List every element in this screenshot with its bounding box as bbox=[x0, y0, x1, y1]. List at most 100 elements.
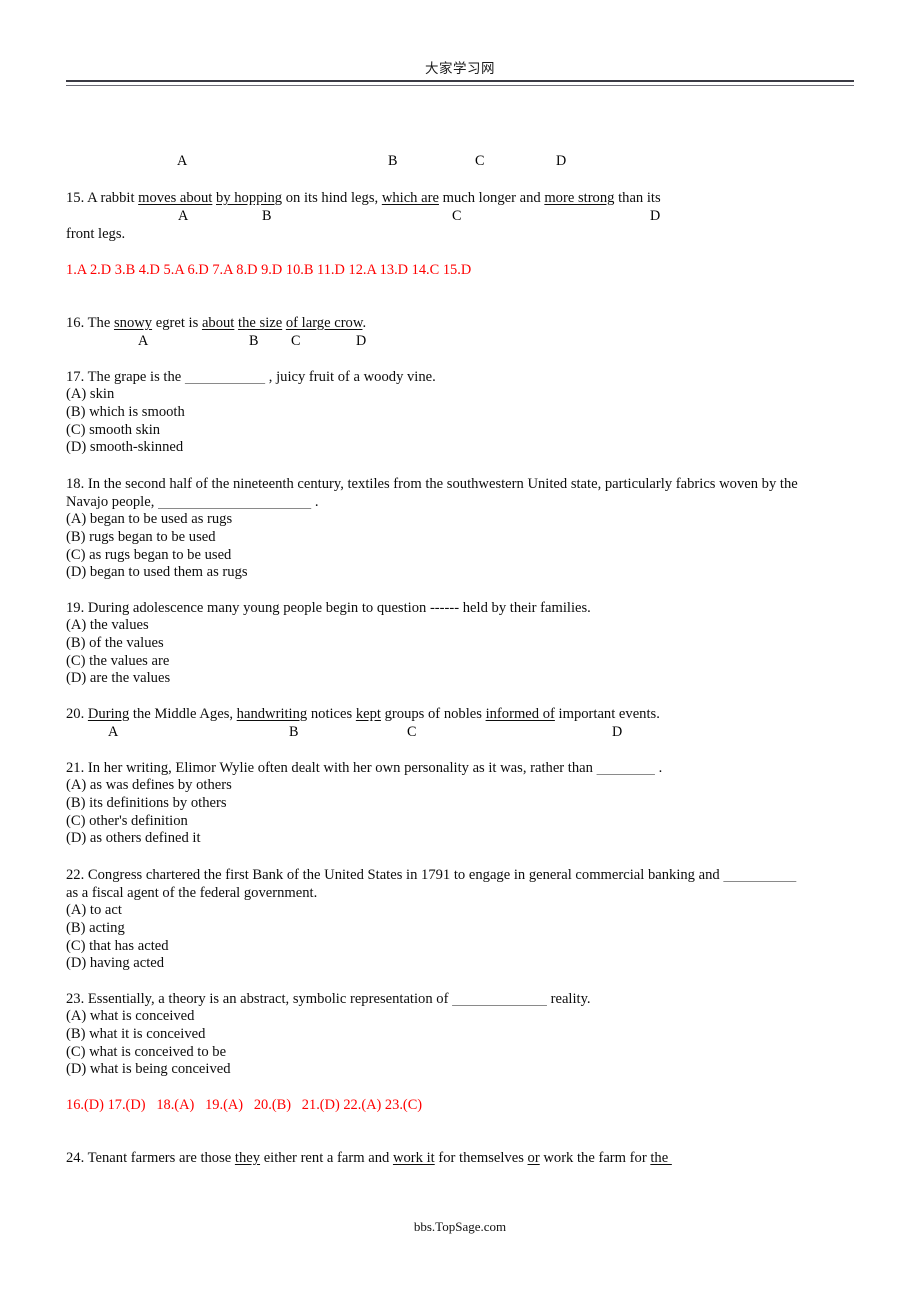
q17-option-c[interactable]: (C) smooth skin bbox=[66, 422, 854, 440]
q20-underline-b: handwriting bbox=[236, 706, 308, 722]
marker-a: A bbox=[108, 724, 119, 740]
page-header: 大家学习网 bbox=[66, 60, 854, 86]
q17-option-b[interactable]: (B) which is smooth bbox=[66, 404, 854, 422]
q23-text-pre: 23. Essentially, a theory is an abstract… bbox=[66, 991, 453, 1007]
q17-text-pre: 17. The grape is the bbox=[66, 369, 185, 385]
question-19-stem: 19. During adolescence many young people… bbox=[66, 600, 591, 616]
q23-option-c[interactable]: (C) what is conceived to be bbox=[66, 1044, 854, 1062]
q23-blank[interactable]: _____________ bbox=[452, 991, 547, 1007]
q22-option-a[interactable]: (A) to act bbox=[66, 902, 854, 920]
q21-option-d[interactable]: (D) as others defined it bbox=[66, 830, 854, 848]
q18-blank[interactable]: _____________________ bbox=[158, 494, 311, 510]
marker-d: D bbox=[356, 333, 367, 349]
question-24: 24. Tenant farmers are those they either… bbox=[66, 1149, 854, 1167]
question-18: 18. In the second half of the nineteenth… bbox=[66, 475, 854, 582]
q15-mid-3: much longer and bbox=[438, 190, 545, 206]
q17-blank[interactable]: ___________ bbox=[185, 369, 265, 385]
marker-d: D bbox=[650, 208, 661, 224]
q21-text-post: . bbox=[654, 760, 663, 776]
q21-option-a[interactable]: (A) as was defines by others bbox=[66, 777, 854, 795]
q24-text-pre: 24. Tenant farmers are those bbox=[66, 1150, 235, 1166]
q22-option-d[interactable]: (D) having acted bbox=[66, 955, 854, 973]
question-18-stem-line1: 18. In the second half of the nineteenth… bbox=[66, 476, 798, 492]
q15-text-post: than its bbox=[614, 190, 661, 206]
document-content: A B C D 15. A rabbit moves about by hopp… bbox=[66, 0, 854, 1166]
q20-mid-3: groups of nobles bbox=[380, 706, 486, 722]
question-23: 23. Essentially, a theory is an abstract… bbox=[66, 990, 854, 1079]
question-22-stem-line1: 22. Congress chartered the first Bank of… bbox=[66, 866, 854, 884]
q20-underline-a: During bbox=[87, 706, 130, 722]
question-20: 20. During the Middle Ages, handwriting … bbox=[66, 705, 854, 741]
question-15-continuation: front legs. bbox=[66, 226, 126, 242]
q19-option-d[interactable]: (D) are the values bbox=[66, 670, 854, 688]
q15-underline-a: moves about bbox=[138, 190, 213, 206]
question-18-stem-line2: Navajo people, _____________________ . bbox=[66, 493, 854, 511]
q19-option-a[interactable]: (A) the values bbox=[66, 617, 854, 635]
q15-underline-b: by hopping bbox=[216, 190, 283, 206]
q16-underline-b: about bbox=[201, 315, 235, 331]
marker-row-question-15: A B C D bbox=[66, 207, 854, 225]
q16-text-pre: 16. The bbox=[66, 315, 114, 331]
q15-underline-c: which are bbox=[381, 190, 439, 206]
marker-b: B bbox=[262, 208, 272, 224]
marker-a: A bbox=[178, 208, 189, 224]
q24-underline-b: work it bbox=[392, 1150, 435, 1166]
q17-option-d[interactable]: (D) smooth-skinned bbox=[66, 439, 854, 457]
q16-mid-1: egret is bbox=[152, 315, 202, 331]
question-15: 15. A rabbit moves about by hopping on i… bbox=[66, 189, 854, 243]
q22-text-pre: 22. Congress chartered the first Bank of… bbox=[66, 867, 724, 883]
q21-blank[interactable]: ________ bbox=[597, 760, 655, 776]
marker-b: B bbox=[388, 153, 398, 169]
question-24-stem: 24. Tenant farmers are those they either… bbox=[66, 1149, 854, 1167]
question-15-stem: 15. A rabbit moves about by hopping on i… bbox=[66, 189, 854, 207]
q24-underline-d: the bbox=[650, 1150, 672, 1166]
q17-option-a[interactable]: (A) skin bbox=[66, 386, 854, 404]
q18-option-d[interactable]: (D) began to used them as rugs bbox=[66, 564, 854, 582]
question-16-stem: 16. The snowy egret is about the size of… bbox=[66, 314, 854, 332]
q24-mid-1: either rent a farm and bbox=[260, 1150, 393, 1166]
question-21-stem: 21. In her writing, Elimor Wylie often d… bbox=[66, 759, 854, 777]
q18-option-a[interactable]: (A) began to be used as rugs bbox=[66, 511, 854, 529]
q20-mid-1: the Middle Ages, bbox=[129, 706, 237, 722]
marker-row-question-14: A B C D bbox=[66, 152, 854, 170]
q15-mid-2: on its hind legs, bbox=[282, 190, 382, 206]
q20-text-post: important events. bbox=[554, 706, 660, 722]
q23-option-b[interactable]: (B) what it is conceived bbox=[66, 1026, 854, 1044]
marker-row-question-16: A B C D bbox=[66, 332, 854, 350]
question-22: 22. Congress chartered the first Bank of… bbox=[66, 866, 854, 973]
q15-text-pre: 15. A rabbit bbox=[66, 190, 139, 206]
q21-option-c[interactable]: (C) other's definition bbox=[66, 813, 854, 831]
answer-key-1-15: 1.A 2.D 3.B 4.D 5.A 6.D 7.A 8.D 9.D 10.B… bbox=[66, 262, 472, 278]
q16-underline-a: snowy bbox=[113, 315, 153, 331]
q19-option-b[interactable]: (B) of the values bbox=[66, 635, 854, 653]
marker-row-question-20: A B C D bbox=[66, 723, 854, 741]
q17-text-post: , juicy fruit of a woody vine. bbox=[265, 369, 436, 385]
q23-option-a[interactable]: (A) what is conceived bbox=[66, 1008, 854, 1026]
marker-a: A bbox=[177, 153, 188, 169]
q16-underline-c: the size bbox=[238, 315, 283, 331]
q20-underline-c: kept bbox=[355, 706, 381, 722]
q23-option-d[interactable]: (D) what is being conceived bbox=[66, 1061, 854, 1079]
question-16: 16. The snowy egret is about the size of… bbox=[66, 314, 854, 350]
header-divider bbox=[66, 80, 854, 86]
q18-option-b[interactable]: (B) rugs began to be used bbox=[66, 529, 854, 547]
marker-b: B bbox=[249, 333, 259, 349]
q20-mid-2: notices bbox=[307, 706, 356, 722]
q21-option-b[interactable]: (B) its definitions by others bbox=[66, 795, 854, 813]
q18-text-post: . bbox=[311, 494, 319, 510]
answer-key-16-23: 16.(D) 17.(D) 18.(A) 19.(A) 20.(B) 21.(D… bbox=[66, 1097, 423, 1113]
marker-c: C bbox=[475, 153, 485, 169]
q22-blank[interactable]: __________ bbox=[723, 867, 796, 883]
q19-option-c[interactable]: (C) the values are bbox=[66, 653, 854, 671]
document-page: 大家学习网 A B C D 15. A rabbit moves about b… bbox=[0, 0, 920, 1302]
q18-text-pre: Navajo people, bbox=[66, 494, 158, 510]
question-17-stem: 17. The grape is the ___________ , juicy… bbox=[66, 368, 854, 386]
q22-option-c[interactable]: (C) that has acted bbox=[66, 938, 854, 956]
q16-text-post: . bbox=[362, 315, 367, 331]
question-22-stem-line2: as a fiscal agent of the federal governm… bbox=[66, 885, 318, 901]
q24-underline-c: or bbox=[527, 1150, 540, 1166]
q18-option-c[interactable]: (C) as rugs began to be used bbox=[66, 547, 854, 565]
q22-option-b[interactable]: (B) acting bbox=[66, 920, 854, 938]
marker-a: A bbox=[138, 333, 149, 349]
q24-mid-3: work the farm for bbox=[539, 1150, 651, 1166]
